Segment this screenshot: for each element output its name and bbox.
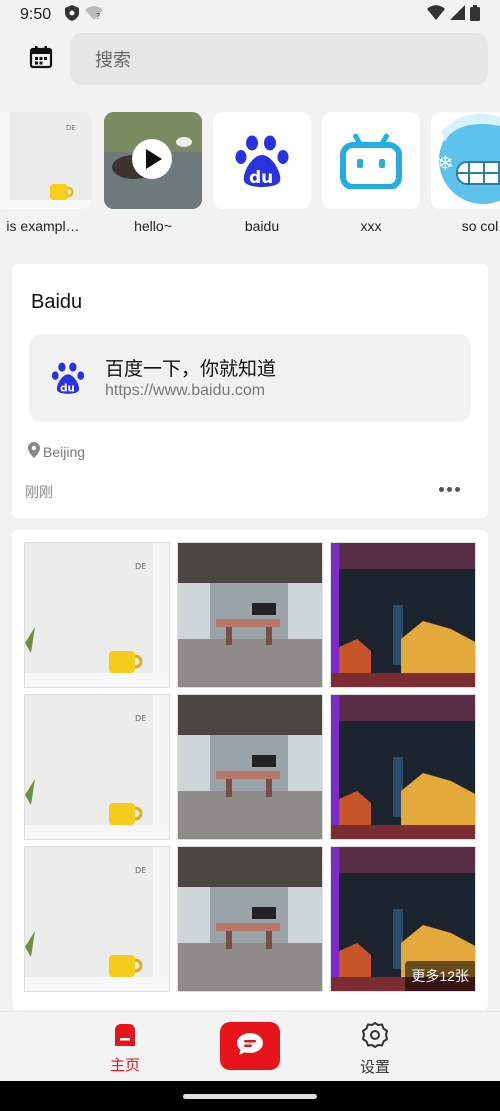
nav-home[interactable]: 主页 [85, 1022, 165, 1075]
cold-face-emoji-icon: ❄ [431, 112, 500, 209]
nav-settings-label: 设置 [359, 1059, 390, 1076]
gesture-area [0, 1081, 500, 1111]
gallery-image-night[interactable]: 更多12张 [330, 846, 476, 992]
nav-settings[interactable]: 设置 [335, 1022, 415, 1077]
post-card: Baidu du 百度一下，你就知道 https://www.baidu.com… [12, 264, 488, 518]
location-pin-icon [28, 442, 40, 461]
post-title: Baidu [31, 291, 83, 313]
calendar-button[interactable] [16, 33, 66, 85]
link-preview[interactable]: du 百度一下，你就知道 https://www.baidu.com [29, 334, 471, 422]
gear-icon [362, 1022, 388, 1052]
svg-text:DE: DE [135, 562, 146, 571]
wifi-icon [427, 5, 445, 25]
gallery-card: DE DE DE 更多12张 [12, 530, 488, 1010]
chat-bubble-icon [237, 1032, 263, 1060]
baidu-logo-icon: du [213, 112, 311, 209]
nav-home-label: 主页 [109, 1057, 140, 1074]
location[interactable]: Beijing [28, 442, 85, 461]
gallery-image-office[interactable] [177, 694, 323, 840]
baidu-logo-icon: du [51, 361, 85, 395]
video-thumbnail [104, 112, 202, 209]
top-bar: 搜索 [0, 33, 500, 85]
svg-text:du: du [60, 382, 75, 394]
dot [454, 486, 460, 492]
link-url: https://www.baidu.com [105, 382, 266, 399]
gallery-image-night[interactable] [330, 694, 476, 840]
gallery-image-mug[interactable]: DE [24, 542, 170, 688]
status-bar: 9:50 ? [0, 0, 500, 30]
story-item[interactable]: xxx [322, 112, 420, 234]
home-icon [112, 1022, 138, 1050]
story-caption: so col [461, 218, 499, 234]
gallery-image-mug[interactable]: DE [24, 694, 170, 840]
signal-icon [450, 5, 465, 25]
story-item[interactable]: du baidu [213, 112, 311, 234]
more-images-badge[interactable]: 更多12张 [405, 961, 475, 991]
story-caption: is exampl… [6, 218, 80, 234]
status-time: 9:50 [20, 6, 52, 23]
stories-row: DE is exampl… hello~ du baidu xxx ❄ so c… [0, 112, 500, 242]
calendar-icon [29, 45, 53, 74]
svg-text:DE: DE [66, 124, 76, 132]
more-options-button[interactable] [434, 478, 464, 500]
story-caption: hello~ [134, 218, 172, 234]
story-caption: baidu [244, 218, 280, 234]
gallery-image-office[interactable] [177, 542, 323, 688]
svg-text:DE: DE [135, 866, 146, 875]
svg-text:❄: ❄ [437, 151, 454, 175]
shield-icon [65, 4, 80, 26]
story-item[interactable]: DE is exampl… [0, 112, 92, 234]
story-item[interactable]: ❄ so col [431, 112, 500, 234]
svg-text:?: ? [96, 12, 100, 20]
battery-icon [470, 4, 480, 26]
bilibili-tv-icon [322, 112, 420, 209]
svg-text:du: du [249, 168, 273, 188]
location-label: Beijing [43, 443, 86, 460]
dot [438, 486, 444, 492]
svg-text:DE: DE [135, 714, 146, 723]
gallery-image-mug[interactable]: DE [24, 846, 170, 992]
story-caption: xxx [360, 218, 382, 234]
home-gesture-bar[interactable] [183, 1094, 317, 1099]
gallery-image-night[interactable] [330, 542, 476, 688]
wifi-question-icon: ? [85, 5, 104, 25]
mug-photo-thumbnail: DE [0, 112, 92, 209]
dot [446, 486, 452, 492]
gallery-image-office[interactable] [177, 846, 323, 992]
search-input[interactable]: 搜索 [70, 33, 488, 85]
story-item[interactable]: hello~ [104, 112, 202, 234]
post-time: 刚刚 [25, 484, 53, 500]
link-title: 百度一下，你就知道 [105, 359, 277, 380]
bottom-nav: 主页 设置 [0, 1011, 500, 1081]
compose-button[interactable] [220, 1022, 280, 1070]
